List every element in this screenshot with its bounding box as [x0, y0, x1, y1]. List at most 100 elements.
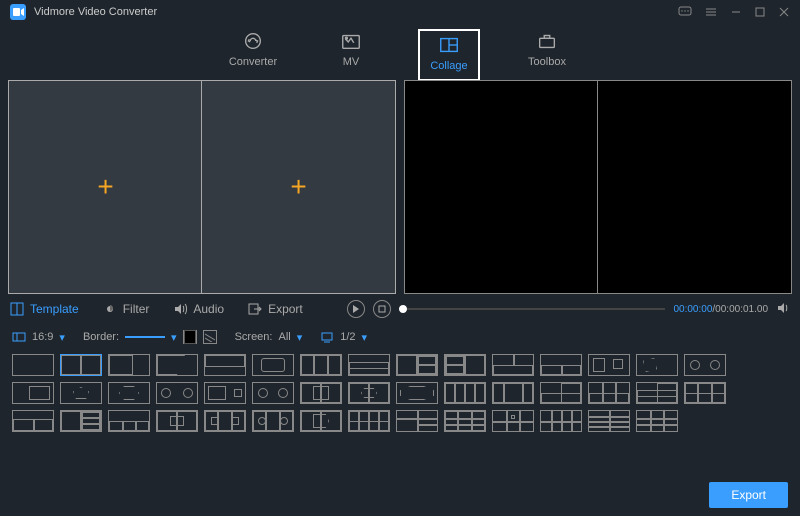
template-item[interactable] [60, 382, 102, 404]
footer: Export [709, 482, 788, 508]
play-button[interactable] [347, 300, 365, 318]
chevron-down-icon: ▾ [59, 331, 65, 344]
border-color-picker[interactable] [183, 330, 197, 344]
template-item[interactable] [12, 354, 54, 376]
screen-label: Screen: [235, 331, 273, 343]
export-button[interactable]: Export [709, 482, 788, 508]
time-current: 00:00:00 [673, 304, 712, 315]
subtab-audio[interactable]: Audio [173, 302, 224, 316]
volume-icon[interactable] [776, 301, 790, 318]
template-item[interactable] [204, 354, 246, 376]
minimize-icon[interactable] [730, 6, 742, 18]
collage-cell-1[interactable]: + [9, 81, 202, 293]
template-item[interactable] [300, 410, 342, 432]
preview-cell-1 [405, 81, 598, 293]
template-item[interactable] [540, 354, 582, 376]
template-item[interactable] [348, 354, 390, 376]
tab-collage-label: Collage [430, 60, 467, 72]
template-item[interactable] [156, 354, 198, 376]
subtab-template[interactable]: Template [10, 302, 79, 316]
template-item[interactable] [300, 382, 342, 404]
subtab-filter-label: Filter [123, 302, 150, 316]
playback-bar: 00:00:00/00:00:01.00 [347, 300, 790, 318]
border-label: Border: [83, 331, 119, 343]
template-item[interactable] [588, 382, 630, 404]
page-select[interactable]: 1/2 ▾ [320, 330, 367, 344]
main-tabs: Converter MV Collage Toolbox [0, 24, 800, 80]
template-item[interactable] [636, 354, 678, 376]
template-item[interactable] [156, 382, 198, 404]
template-item[interactable] [348, 410, 390, 432]
subtab-filter[interactable]: Filter [103, 302, 150, 316]
menu-icon[interactable] [704, 5, 718, 19]
subtab-template-label: Template [30, 302, 79, 316]
chevron-down-icon: ▾ [297, 331, 303, 344]
template-item[interactable] [396, 382, 438, 404]
template-item[interactable] [204, 410, 246, 432]
tab-mv[interactable]: MV [321, 30, 381, 80]
template-item[interactable] [108, 354, 150, 376]
seek-track[interactable] [399, 308, 666, 310]
options-bar: 16:9 ▾ Border: ▾ Screen: All ▾ 1/2 ▾ [0, 324, 800, 350]
template-item[interactable] [300, 354, 342, 376]
template-item[interactable] [12, 382, 54, 404]
template-item[interactable] [60, 410, 102, 432]
screen-select[interactable]: Screen: All ▾ [235, 331, 303, 344]
page-value: 1/2 [340, 331, 355, 343]
template-item[interactable] [684, 382, 726, 404]
border-pattern-button[interactable] [203, 330, 217, 344]
titlebar: Vidmore Video Converter [0, 0, 800, 24]
tab-collage[interactable]: Collage [419, 30, 479, 80]
template-item[interactable] [636, 410, 678, 432]
template-item[interactable] [636, 382, 678, 404]
template-item[interactable] [444, 410, 486, 432]
template-item[interactable] [588, 354, 630, 376]
tab-converter[interactable]: Converter [223, 30, 283, 80]
preview-panel [404, 80, 792, 294]
template-item[interactable] [396, 410, 438, 432]
add-media-icon: + [97, 171, 113, 203]
collage-editor: + + [8, 80, 396, 294]
subtab-export[interactable]: Export [248, 302, 303, 316]
chevron-down-icon[interactable]: ▾ [171, 331, 177, 344]
add-media-icon: + [290, 171, 306, 203]
template-item[interactable] [252, 354, 294, 376]
template-item[interactable] [348, 382, 390, 404]
template-item[interactable] [684, 354, 726, 376]
template-item[interactable] [60, 354, 102, 376]
template-grid [0, 350, 800, 440]
template-item[interactable] [492, 354, 534, 376]
template-item[interactable] [492, 382, 534, 404]
template-item[interactable] [540, 382, 582, 404]
tab-toolbox[interactable]: Toolbox [517, 30, 577, 80]
template-item[interactable] [492, 410, 534, 432]
template-item[interactable] [252, 382, 294, 404]
template-item[interactable] [396, 354, 438, 376]
time-display: 00:00:00/00:00:01.00 [673, 304, 768, 315]
template-item[interactable] [108, 382, 150, 404]
border-style-select[interactable] [125, 336, 165, 338]
time-total: 00:00:01.00 [715, 304, 768, 315]
close-icon[interactable] [778, 6, 790, 18]
app-logo [10, 4, 26, 20]
template-item[interactable] [252, 410, 294, 432]
feedback-icon[interactable] [678, 5, 692, 19]
aspect-ratio-select[interactable]: 16:9 ▾ [12, 330, 65, 344]
template-item[interactable] [204, 382, 246, 404]
collage-cell-2[interactable]: + [202, 81, 395, 293]
template-item[interactable] [156, 410, 198, 432]
screen-value: All [278, 331, 290, 343]
tab-mv-label: MV [343, 56, 360, 68]
template-item[interactable] [12, 410, 54, 432]
template-item[interactable] [540, 410, 582, 432]
template-item[interactable] [108, 410, 150, 432]
template-item[interactable] [444, 382, 486, 404]
tab-toolbox-label: Toolbox [528, 56, 566, 68]
template-item[interactable] [588, 410, 630, 432]
chevron-down-icon: ▾ [362, 331, 368, 344]
maximize-icon[interactable] [754, 6, 766, 18]
aspect-ratio-value: 16:9 [32, 331, 53, 343]
stop-button[interactable] [373, 300, 391, 318]
template-item[interactable] [444, 354, 486, 376]
seek-thumb[interactable] [399, 305, 407, 313]
